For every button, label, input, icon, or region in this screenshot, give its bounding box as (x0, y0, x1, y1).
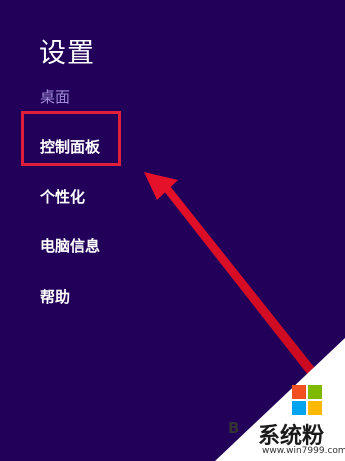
windows-logo-icon (292, 385, 322, 415)
watermark-url: www.win7999.com (262, 446, 345, 456)
watermark-letter: B (228, 419, 240, 437)
